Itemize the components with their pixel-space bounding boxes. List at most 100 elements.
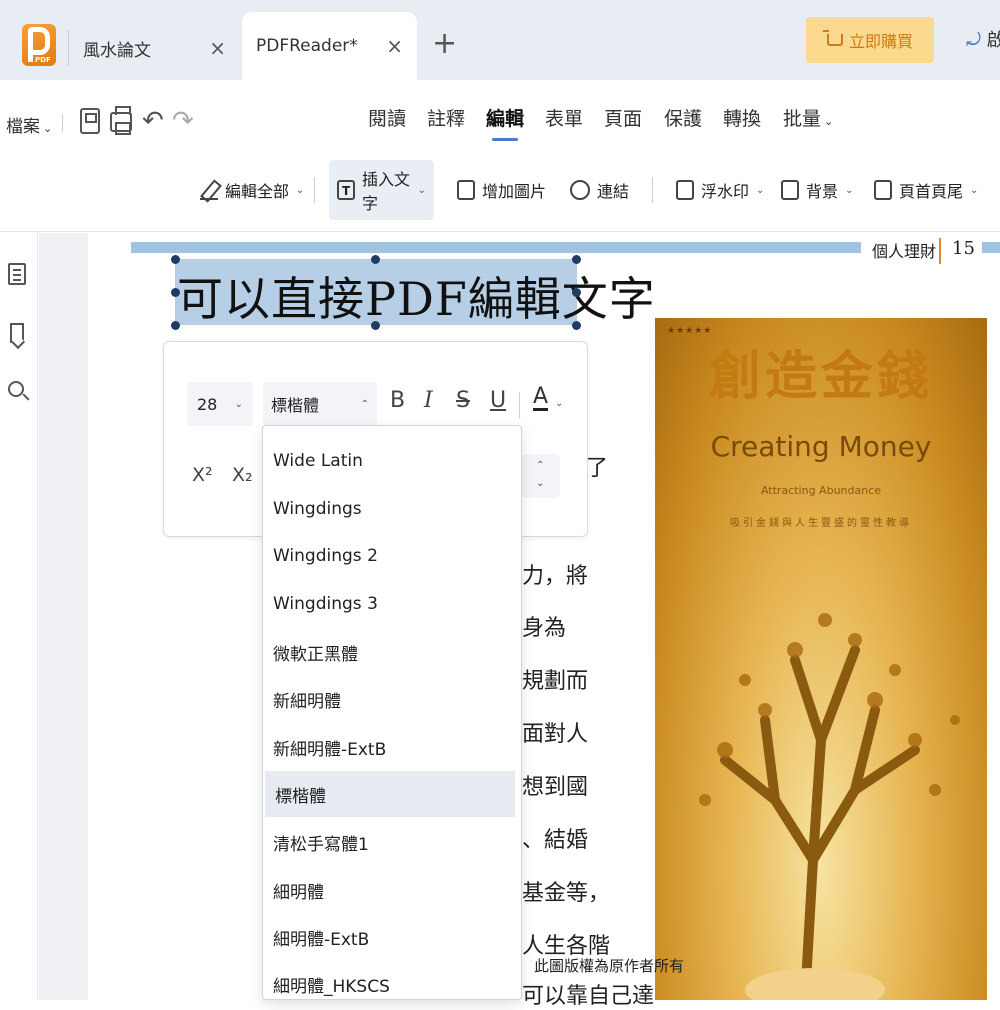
link-button[interactable]: 連結 — [562, 160, 637, 220]
body-text-line: 身為 — [522, 616, 567, 641]
menu-form[interactable]: 表單 — [545, 104, 583, 131]
body-text-line: 可以靠自己達 — [522, 984, 655, 1009]
divider — [939, 238, 941, 264]
left-sidebar — [0, 233, 38, 1000]
edit-all-button[interactable]: 編輯全部 ⌄ — [192, 160, 312, 220]
edit-all-label: 編輯全部 — [225, 182, 290, 201]
menu-edit[interactable]: 編輯 — [486, 104, 524, 141]
subscript-button[interactable]: X₂ — [232, 464, 253, 486]
bold-button[interactable]: B — [390, 388, 405, 413]
menu-batch[interactable]: 批量 ⌄ — [783, 104, 833, 131]
divider — [62, 114, 63, 132]
font-option[interactable]: 細明體_HKSCS — [263, 961, 521, 999]
resize-handle[interactable] — [171, 288, 180, 297]
strikethrough-button[interactable]: S — [456, 388, 470, 413]
resize-handle[interactable] — [572, 321, 581, 330]
watermark-icon — [676, 180, 694, 200]
file-menu-label: 檔案 — [6, 117, 40, 137]
background-button[interactable]: 背景 ⌄ — [773, 160, 861, 220]
chevron-down-icon[interactable]: ⌄ — [555, 398, 563, 409]
title-bar: PDF 風水論文 × PDFReader* × + 立即購買 ⤾ 啟 — [0, 0, 1000, 80]
font-option-selected[interactable]: 標楷體 — [265, 771, 515, 817]
insert-text-label: 插入文字 — [362, 170, 411, 213]
menu-convert[interactable]: 轉換 — [723, 104, 761, 131]
insert-text-button[interactable]: T 插入文字 ⌄ — [329, 160, 434, 220]
chevron-down-icon: ⌄ — [845, 184, 854, 196]
font-option[interactable]: 微軟正黑體 — [263, 629, 521, 675]
italic-button[interactable]: I — [424, 388, 433, 413]
divider — [652, 177, 653, 203]
body-text-line: 面對人 — [522, 722, 589, 747]
font-option[interactable]: Wingdings 2 — [263, 533, 521, 579]
file-menu[interactable]: 檔案 ⌄ — [6, 112, 52, 137]
print-icon[interactable] — [110, 106, 132, 135]
selected-heading-text[interactable]: 可以直接PDF編輯文字 — [177, 263, 656, 329]
save-icon[interactable] — [80, 108, 100, 134]
selected-text-box[interactable]: 可以直接PDF編輯文字 — [175, 259, 655, 326]
resize-handle[interactable] — [371, 255, 380, 264]
chevron-up-icon[interactable]: ⌃ — [536, 460, 544, 471]
close-icon[interactable]: × — [386, 34, 403, 58]
font-option[interactable]: Wingdings — [263, 486, 521, 532]
app-logo-sub: PDF — [35, 56, 51, 64]
page-header-rule — [131, 242, 861, 253]
font-option[interactable]: 新細明體-ExtB — [263, 724, 521, 770]
new-tab-button[interactable]: + — [432, 26, 457, 62]
image-icon — [457, 180, 475, 200]
chevron-down-icon: ⌄ — [296, 184, 305, 196]
thumbnails-icon[interactable] — [8, 263, 26, 285]
text-color-button[interactable]: A — [533, 386, 549, 411]
buy-now-button[interactable]: 立即購買 — [806, 17, 934, 63]
font-option[interactable]: Wingdings 3 — [263, 581, 521, 627]
search-icon[interactable] — [8, 381, 24, 397]
menu-protect[interactable]: 保護 — [664, 104, 702, 131]
font-family-select[interactable]: 標楷體 ⌃ — [263, 382, 377, 426]
spacing-stepper[interactable]: ⌃ ⌄ — [522, 454, 560, 498]
top-right-link[interactable]: ⤾ 啟 — [966, 26, 1000, 52]
tab-fengshui[interactable]: 風水論文 × — [68, 30, 240, 66]
body-text-line: 、結婚 — [522, 828, 589, 853]
watermark-button[interactable]: 浮水印 ⌄ — [668, 160, 772, 220]
resize-handle[interactable] — [171, 255, 180, 264]
tab-label: 風水論文 — [83, 40, 151, 61]
link-icon: ⤾ — [966, 30, 981, 51]
book-cover-image: ★★★★★ 創造金錢 Creating Money Attracting Abu… — [655, 318, 987, 1000]
background-icon — [781, 180, 799, 200]
cart-icon — [822, 30, 843, 46]
superscript-button[interactable]: X² — [192, 464, 213, 486]
resize-handle[interactable] — [371, 321, 380, 330]
undo-icon[interactable]: ↶ — [142, 106, 164, 136]
header-footer-button[interactable]: 頁首頁尾 ⌄ — [866, 160, 986, 220]
resize-handle[interactable] — [572, 255, 581, 264]
font-option[interactable]: 新細明體 — [263, 676, 521, 722]
font-option[interactable]: 細明體 — [263, 867, 521, 913]
menu-annotate[interactable]: 註釋 — [427, 104, 465, 131]
page-number: 15 — [952, 238, 975, 259]
font-family-value: 標楷體 — [271, 396, 320, 415]
chevron-down-icon: ⌄ — [417, 184, 426, 196]
font-size-value: 28 — [197, 394, 218, 414]
bookmark-icon[interactable] — [10, 323, 24, 343]
body-text-line: 想到國 — [522, 775, 589, 800]
menu-read[interactable]: 閱讀 — [368, 104, 406, 131]
insert-text-icon: T — [337, 180, 355, 200]
body-text-line: 了 — [586, 456, 609, 481]
tree-illustration — [699, 613, 960, 1000]
resize-handle[interactable] — [171, 321, 180, 330]
cover-title: 創造金錢 — [708, 346, 933, 407]
redo-icon[interactable]: ↷ — [172, 106, 194, 136]
font-size-select[interactable]: 28 ⌄ — [187, 382, 253, 426]
font-option[interactable]: 細明體-ExtB — [263, 914, 521, 960]
add-image-button[interactable]: 增加圖片 — [449, 160, 554, 220]
menu-page[interactable]: 頁面 — [604, 104, 642, 131]
font-family-dropdown[interactable]: Wide Latin Wingdings Wingdings 2 Wingdin… — [262, 425, 522, 1000]
chevron-down-icon[interactable]: ⌄ — [536, 478, 544, 489]
underline-button[interactable]: U — [490, 388, 506, 413]
resize-handle[interactable] — [572, 288, 581, 297]
close-icon[interactable]: × — [209, 36, 226, 60]
font-option[interactable]: Wide Latin — [263, 438, 521, 484]
body-text-line: 基金等， — [522, 881, 611, 906]
cover-caption: 吸引金錢與人生豐盛的靈性教導 — [730, 518, 912, 529]
tab-pdfreader[interactable]: PDFReader* × — [242, 12, 417, 80]
font-option[interactable]: 清松手寫體1 — [263, 819, 521, 865]
